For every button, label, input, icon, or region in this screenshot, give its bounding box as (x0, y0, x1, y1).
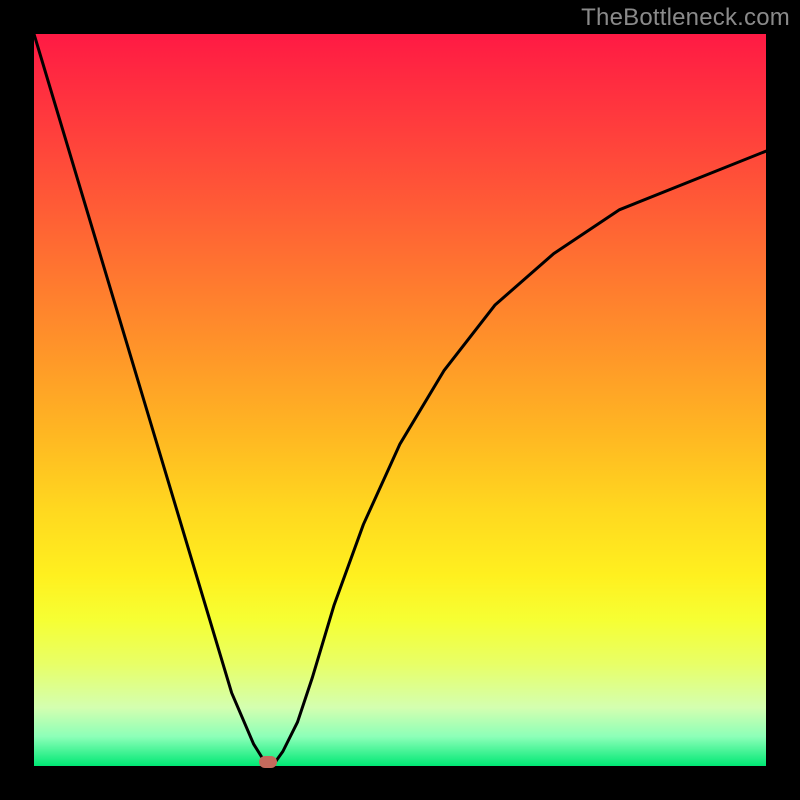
plot-background-gradient (34, 34, 766, 766)
chart-frame: TheBottleneck.com (0, 0, 800, 800)
optimum-marker (259, 756, 277, 768)
watermark-text: TheBottleneck.com (581, 4, 790, 32)
